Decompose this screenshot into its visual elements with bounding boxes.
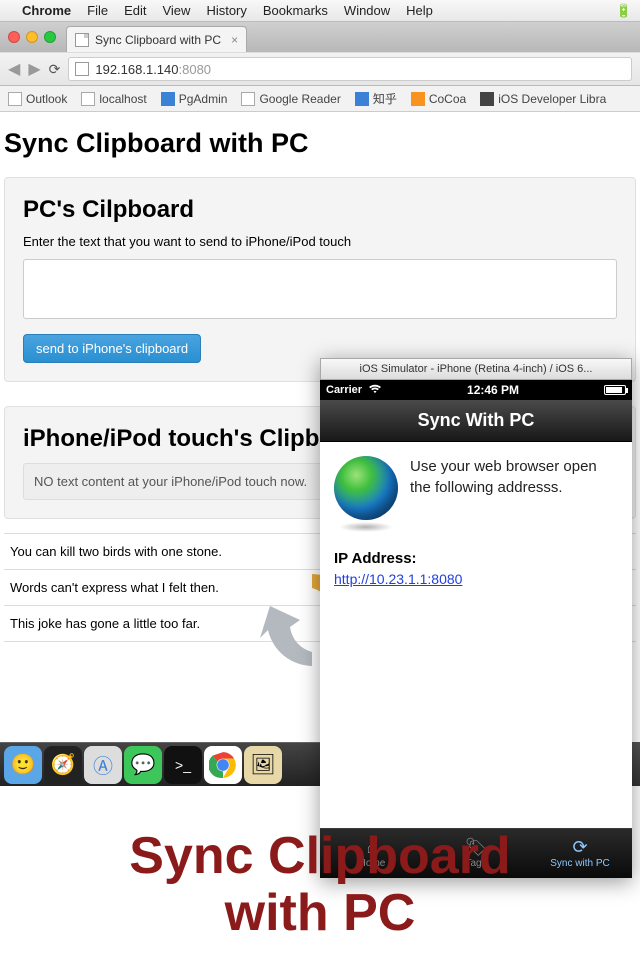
carrier-label: Carrier [326,384,362,396]
tab-strip: Sync Clipboard with PC × [0,22,640,52]
address-bar[interactable]: 192.168.1.140:8080 [68,57,632,81]
page-title: Sync Clipboard with PC [4,128,636,159]
ios-body: Use your web browser open the following … [320,442,632,828]
bookmark-outlook[interactable]: Outlook [8,92,67,106]
dock-terminal-icon[interactable]: >_ [164,746,202,784]
battery-icon [604,385,626,395]
ios-nav-title: Sync With PC [418,410,535,431]
ip-address-label: IP Address: [334,550,618,567]
menubar-bookmarks[interactable]: Bookmarks [263,3,328,18]
mac-menubar: Chrome File Edit View History Bookmarks … [0,0,640,22]
back-button[interactable]: ◀ [8,59,20,79]
wifi-icon [368,384,382,397]
menubar-file[interactable]: File [87,3,108,18]
bookmark-bar: Outlook localhost PgAdmin Google Reader … [0,86,640,112]
caption-line-2: with PC [0,885,640,942]
bookmark-google-reader[interactable]: Google Reader [241,92,340,106]
menubar-window[interactable]: Window [344,3,390,18]
menubar-view[interactable]: View [162,3,190,18]
menubar-edit[interactable]: Edit [124,3,146,18]
dock-chrome-icon[interactable] [204,746,242,784]
status-time: 12:46 PM [382,383,604,397]
dock-finder-icon[interactable]: 🙂 [4,746,42,784]
close-window-button[interactable] [8,31,20,43]
tab-close-icon[interactable]: × [231,33,238,47]
address-port: :8080 [179,62,212,77]
bookmark-cocoa[interactable]: CoCoa [411,92,466,106]
dock-messages-icon[interactable]: 💬 [124,746,162,784]
reload-button[interactable]: ⟳ [49,61,61,78]
marketing-caption: Sync Clipboard with PC [0,828,640,942]
bookmark-pgadmin[interactable]: PgAdmin [161,92,228,106]
dock-photos-icon[interactable]: 🖼 [244,746,282,784]
ip-address-link[interactable]: http://10.23.1.1:8080 [334,571,618,587]
menubar-history[interactable]: History [206,3,246,18]
pc-clipboard-prompt: Enter the text that you want to send to … [23,234,617,249]
forward-button[interactable]: ▶ [28,59,40,79]
address-host: 192.168.1.140 [95,62,178,77]
bookmark-localhost[interactable]: localhost [81,92,146,106]
menubar-help[interactable]: Help [406,3,433,18]
ios-nav-bar: Sync With PC [320,400,632,442]
page-icon [75,33,89,47]
minimize-window-button[interactable] [26,31,38,43]
dock-safari-icon[interactable]: 🧭 [44,746,82,784]
menubar-app[interactable]: Chrome [22,3,71,18]
bookmark-zhihu[interactable]: 知乎 [355,90,397,107]
simulator-titlebar[interactable]: iOS Simulator - iPhone (Retina 4-inch) /… [320,358,632,380]
ios-status-bar: Carrier 12:46 PM [320,380,632,400]
bookmark-ios-dev[interactable]: iOS Developer Libra [480,92,606,106]
address-page-icon [75,62,89,76]
zoom-window-button[interactable] [44,31,56,43]
send-to-iphone-button[interactable]: send to iPhone's clipboard [23,334,201,363]
globe-icon [334,456,398,520]
menubar-right-icon[interactable]: 🔋 [616,3,632,19]
browser-tab[interactable]: Sync Clipboard with PC × [66,26,247,52]
traffic-lights [8,31,56,43]
dock-appstore-icon[interactable]: Ⓐ [84,746,122,784]
pc-clipboard-heading: PC's Cilpboard [23,196,617,224]
pc-clipboard-panel: PC's Cilpboard Enter the text that you w… [4,177,636,382]
ios-instruction-text: Use your web browser open the following … [410,456,618,498]
caption-line-1: Sync Clipboard [0,828,640,885]
pc-clipboard-textarea[interactable] [23,259,617,319]
browser-toolbar: ◀ ▶ ⟳ 192.168.1.140:8080 [0,52,640,86]
ios-simulator-window: iOS Simulator - iPhone (Retina 4-inch) /… [320,358,632,878]
tab-title: Sync Clipboard with PC [95,33,221,47]
